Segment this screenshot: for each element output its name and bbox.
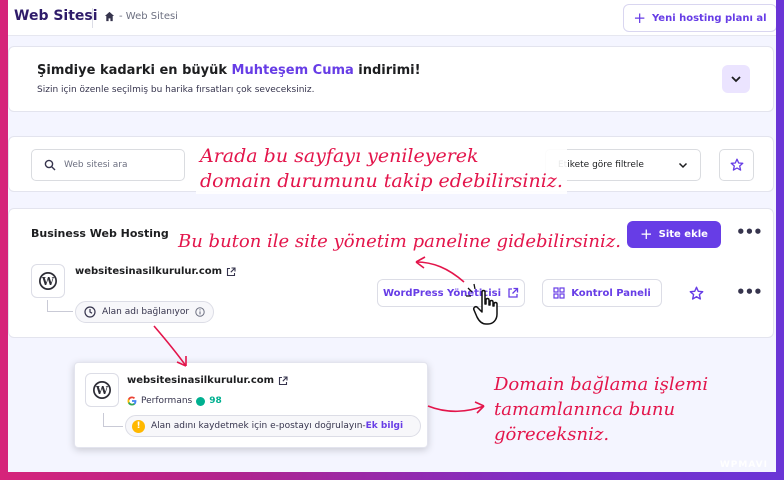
annotation-arrows bbox=[153, 256, 498, 414]
page-frame: Web Sitesi - Web Sitesi + Yeni hosting p… bbox=[8, 0, 776, 472]
watermark-logo: WPMAVI bbox=[719, 460, 768, 470]
arrow-to-admin-button bbox=[415, 261, 465, 283]
arrow-from-domain-note bbox=[427, 405, 485, 413]
hand-pointer-icon bbox=[466, 283, 498, 325]
arrow-to-preview bbox=[153, 325, 187, 367]
